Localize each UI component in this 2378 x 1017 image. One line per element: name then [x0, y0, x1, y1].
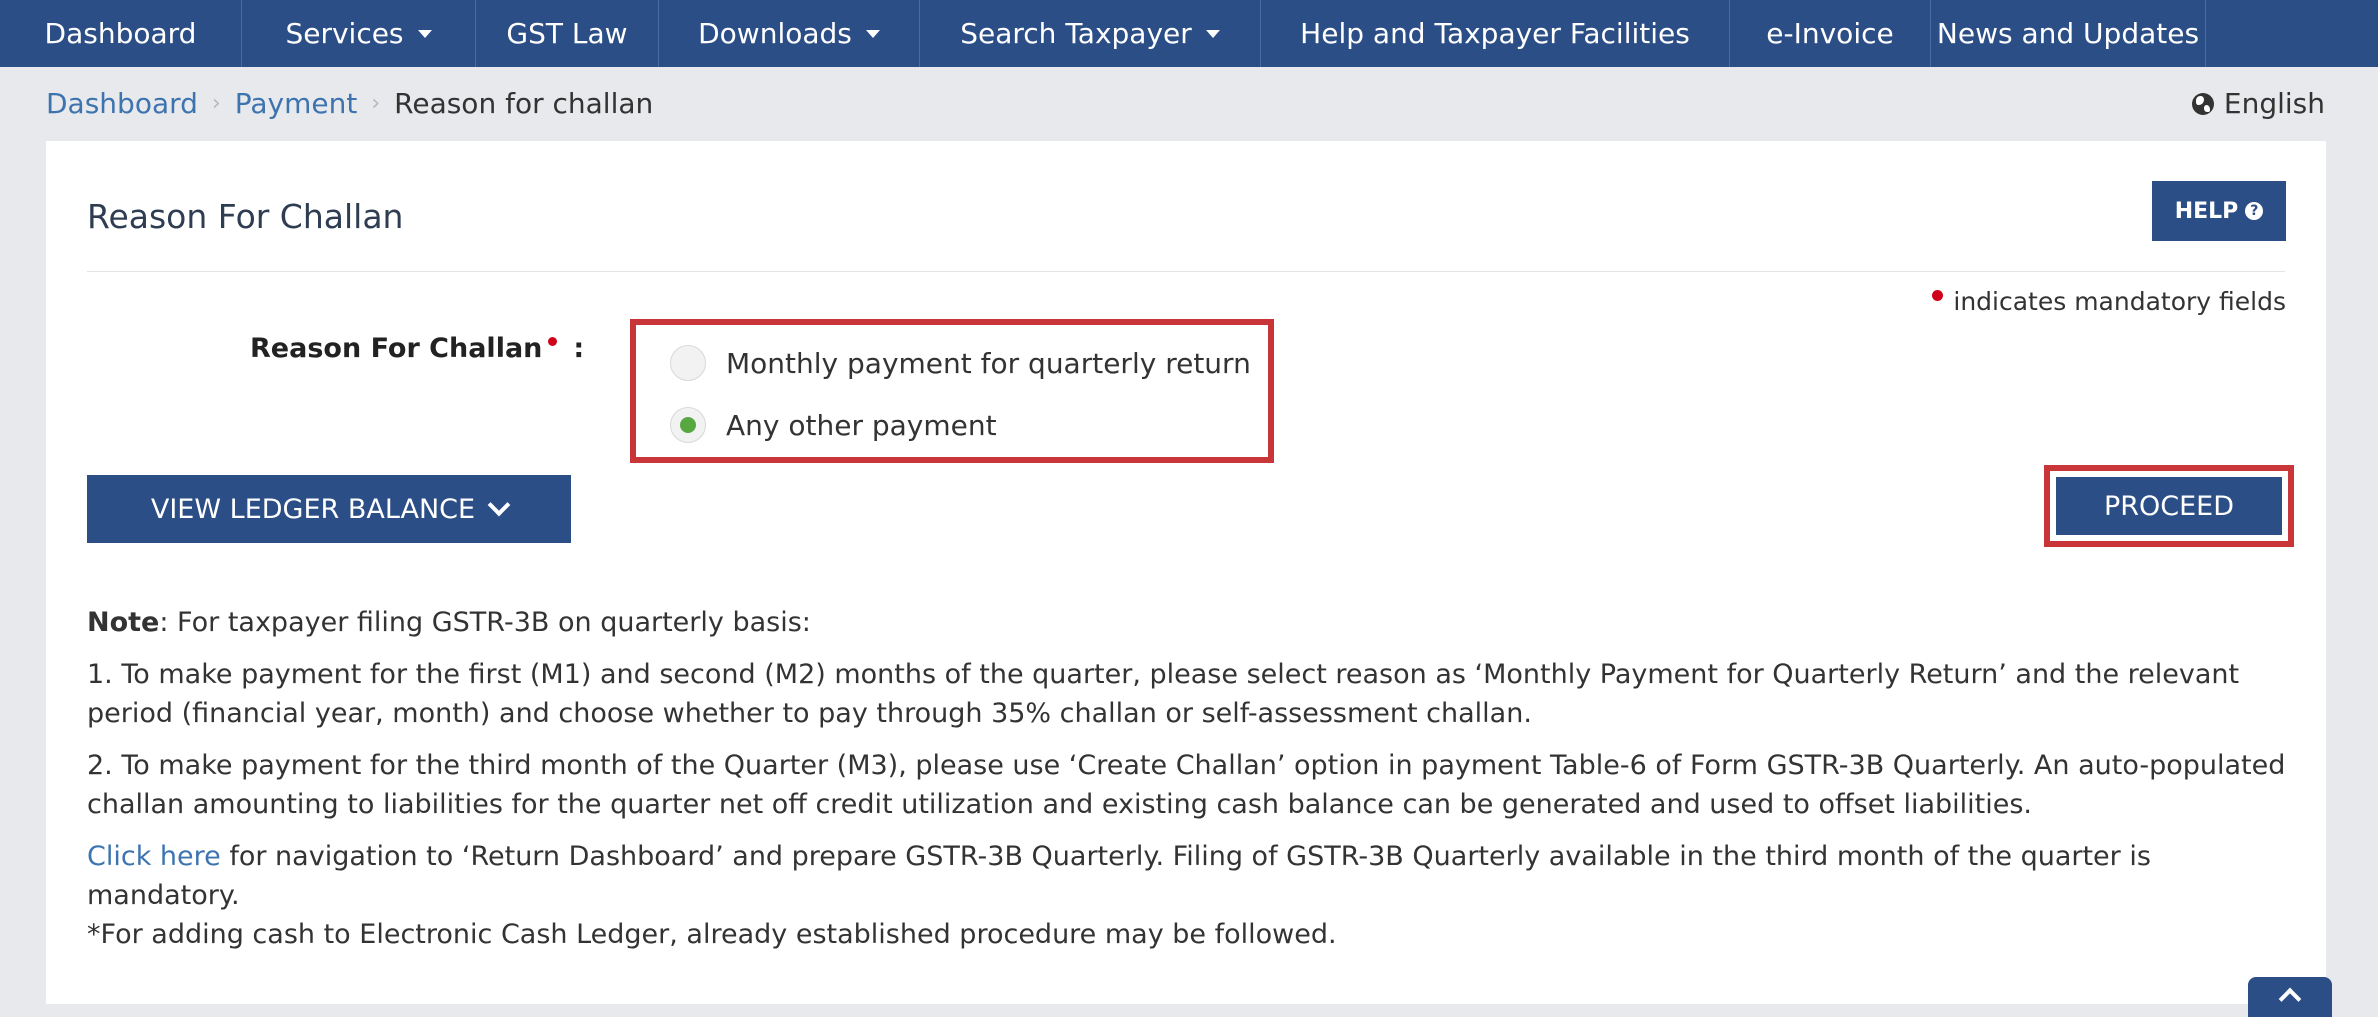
note-footnote: *For adding cash to Electronic Cash Ledg… [87, 919, 1337, 950]
note-click-here: Click here for navigation to ‘Return Das… [87, 837, 2287, 915]
chevron-right-icon: › [211, 91, 221, 116]
language-label: English [2223, 87, 2325, 120]
mandatory-note-text: indicates mandatory fields [1953, 287, 2286, 316]
caret-down-icon [865, 29, 880, 38]
nav-label: Dashboard [44, 17, 197, 50]
nav-item-e-invoice[interactable]: e-Invoice [1730, 0, 1931, 67]
view-ledger-label: VIEW LEDGER BALANCE [150, 493, 476, 525]
mandatory-dot-icon [1932, 290, 1944, 301]
question-circle-icon: ? [2245, 202, 2264, 220]
caret-down-icon [417, 29, 432, 38]
radio-selected-dot [680, 417, 696, 433]
nav-label: News and Updates [1936, 17, 2200, 50]
nav-label: Search Taxpayer [960, 17, 1192, 50]
view-ledger-balance-button[interactable]: VIEW LEDGER BALANCE [87, 475, 571, 543]
scroll-to-top-button[interactable] [2248, 977, 2332, 1017]
proceed-highlight: PROCEED [2044, 465, 2294, 547]
nav-label: Help and Taxpayer Facilities [1300, 17, 1690, 50]
breadcrumb-link-dashboard[interactable]: Dashboard [46, 87, 198, 120]
nav-label: e-Invoice [1766, 17, 1894, 50]
nav-label: Downloads [698, 17, 852, 50]
nav-item-dashboard[interactable]: Dashboard [0, 0, 242, 67]
page-title: Reason For Challan [87, 197, 404, 236]
proceed-button[interactable]: PROCEED [2056, 477, 2282, 535]
help-label: HELP [2174, 198, 2239, 224]
nav-label: GST Law [506, 17, 628, 50]
mandatory-dot-icon [548, 337, 558, 346]
nav-label: Services [285, 17, 404, 50]
breadcrumb-bar: Dashboard › Payment › Reason for challan… [0, 67, 2378, 141]
proceed-label: PROCEED [2103, 490, 2235, 522]
reason-label-text: Reason For Challan [250, 333, 543, 364]
radio-monthly-payment[interactable]: Monthly payment for quarterly return [670, 345, 1251, 381]
globe-icon [2191, 92, 2214, 115]
radio-unchecked-icon[interactable] [670, 345, 706, 381]
breadcrumb: Dashboard › Payment › Reason for challan [46, 87, 653, 120]
reason-radio-group: Monthly payment for quarterly return Any… [630, 319, 1274, 463]
breadcrumb-link-payment[interactable]: Payment [235, 87, 358, 120]
chevron-right-icon: › [371, 91, 381, 116]
main-card: Reason For Challan HELP ? indicates mand… [46, 141, 2326, 1004]
caret-down-icon [1205, 29, 1220, 38]
note-point-1: 1. To make payment for the first (M1) an… [87, 659, 2240, 729]
nav-item-services[interactable]: Services [242, 0, 476, 67]
top-navigation: Dashboard Services GST Law Downloads Sea… [0, 0, 2378, 67]
chevron-up-icon [2278, 987, 2302, 1011]
label-colon: : [573, 333, 585, 364]
breadcrumb-current: Reason for challan [394, 87, 654, 120]
divider [87, 271, 2285, 272]
radio-any-other-payment[interactable]: Any other payment [670, 407, 997, 443]
reason-field-label: Reason For Challan : [250, 333, 584, 364]
chevron-down-icon [487, 493, 511, 517]
note-intro: Note: For taxpayer filing GSTR-3B on qua… [87, 603, 2287, 642]
click-here-text: for navigation to ‘Return Dashboard’ and… [87, 841, 2151, 911]
nav-item-news-updates[interactable]: News and Updates [1931, 0, 2206, 67]
mandatory-note: indicates mandatory fields [1932, 287, 2286, 316]
nav-item-gst-law[interactable]: GST Law [476, 0, 659, 67]
help-button[interactable]: HELP ? [2152, 181, 2286, 241]
nav-item-search-taxpayer[interactable]: Search Taxpayer [920, 0, 1261, 67]
radio-label: Any other payment [726, 408, 997, 442]
note-label: Note [87, 607, 160, 638]
notes-section: Note: For taxpayer filing GSTR-3B on qua… [87, 603, 2287, 954]
nav-item-downloads[interactable]: Downloads [659, 0, 920, 67]
note-intro-text: : For taxpayer filing GSTR-3B on quarter… [159, 607, 811, 638]
radio-label: Monthly payment for quarterly return [726, 346, 1251, 380]
language-selector[interactable]: English [2191, 87, 2325, 120]
click-here-link[interactable]: Click here [87, 841, 221, 872]
nav-item-help-facilities[interactable]: Help and Taxpayer Facilities [1261, 0, 1730, 67]
radio-checked-icon[interactable] [670, 407, 706, 443]
note-point-2: 2. To make payment for the third month o… [87, 750, 2286, 820]
